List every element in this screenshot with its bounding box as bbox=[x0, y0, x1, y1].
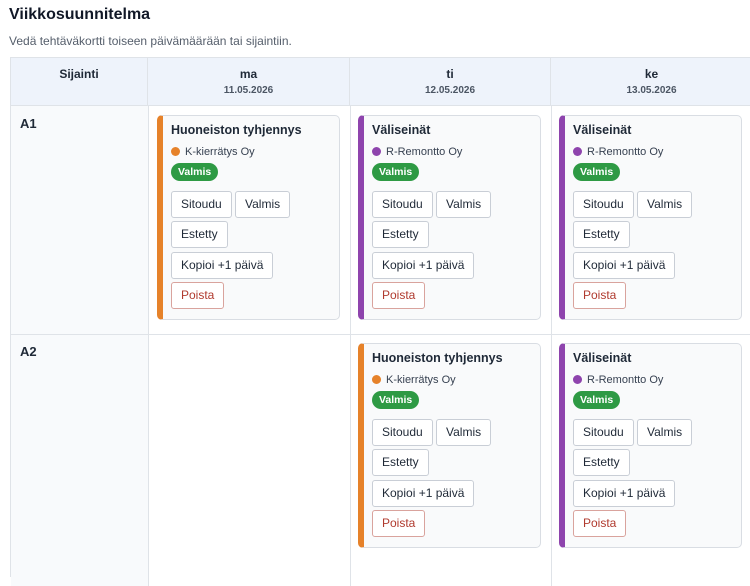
ready-button[interactable]: Valmis bbox=[436, 191, 492, 218]
commit-button[interactable]: Sitoudu bbox=[573, 419, 634, 446]
blocked-button[interactable]: Estetty bbox=[372, 449, 429, 476]
status-badge: Valmis bbox=[573, 163, 621, 181]
blocked-button[interactable]: Estetty bbox=[171, 221, 228, 248]
page-title: Viikkosuunnitelma bbox=[9, 6, 151, 23]
task-card[interactable]: Väliseinät R-Remontto Oy Valmis Sitoudu … bbox=[559, 343, 742, 548]
header-day-mon: ma 11.05.2026 bbox=[148, 58, 350, 106]
ready-button[interactable]: Valmis bbox=[235, 191, 291, 218]
owner-color-dot bbox=[573, 375, 582, 384]
ready-button[interactable]: Valmis bbox=[637, 191, 693, 218]
task-owner: K-kierrätys Oy bbox=[171, 146, 255, 158]
owner-name: K-kierrätys Oy bbox=[386, 374, 456, 386]
task-title: Huoneiston tyhjennys bbox=[171, 123, 302, 137]
task-card[interactable]: Väliseinät R-Remontto Oy Valmis Sitoudu … bbox=[559, 115, 742, 320]
task-title: Huoneiston tyhjennys bbox=[372, 351, 503, 365]
owner-name: R-Remontto Oy bbox=[587, 374, 664, 386]
owner-name: R-Remontto Oy bbox=[587, 146, 664, 158]
row-label-a2: A2 bbox=[20, 344, 37, 359]
status-badge: Valmis bbox=[372, 163, 420, 181]
day-date: 12.05.2026 bbox=[424, 85, 476, 96]
day-date: 11.05.2026 bbox=[223, 85, 274, 96]
page-subtitle: Vedä tehtäväkortti toiseen päivämäärään … bbox=[9, 34, 292, 48]
delete-button[interactable]: Poista bbox=[573, 510, 627, 537]
copy-next-day-button[interactable]: Kopioi +1 päivä bbox=[372, 252, 475, 279]
row-divider bbox=[11, 334, 750, 335]
ready-button[interactable]: Valmis bbox=[637, 419, 693, 446]
grid-header: Sijainti ma 11.05.2026 ti 12.05.2026 ke … bbox=[11, 58, 750, 106]
task-card[interactable]: Väliseinät R-Remontto Oy Valmis Sitoudu … bbox=[358, 115, 541, 320]
day-name: ma bbox=[239, 67, 258, 81]
blocked-button[interactable]: Estetty bbox=[573, 221, 630, 248]
delete-button[interactable]: Poista bbox=[372, 510, 426, 537]
delete-button[interactable]: Poista bbox=[372, 282, 426, 309]
copy-next-day-button[interactable]: Kopioi +1 päivä bbox=[573, 252, 676, 279]
header-day-tue: ti 12.05.2026 bbox=[350, 58, 551, 106]
commit-button[interactable]: Sitoudu bbox=[573, 191, 634, 218]
owner-color-dot bbox=[372, 375, 381, 384]
owner-color-dot bbox=[171, 147, 180, 156]
status-badge: Valmis bbox=[372, 391, 420, 409]
commit-button[interactable]: Sitoudu bbox=[171, 191, 232, 218]
column-divider bbox=[551, 106, 552, 586]
owner-color-dot bbox=[573, 147, 582, 156]
owner-color-dot bbox=[372, 147, 381, 156]
header-day-wed: ke 13.05.2026 bbox=[551, 58, 750, 106]
copy-next-day-button[interactable]: Kopioi +1 päivä bbox=[573, 480, 676, 507]
commit-button[interactable]: Sitoudu bbox=[372, 191, 433, 218]
blocked-button[interactable]: Estetty bbox=[372, 221, 429, 248]
task-owner: K-kierrätys Oy bbox=[372, 374, 456, 386]
day-name: ti bbox=[446, 67, 454, 81]
status-badge: Valmis bbox=[171, 163, 219, 181]
task-owner: R-Remontto Oy bbox=[372, 146, 462, 158]
row-label-a1: A1 bbox=[20, 116, 37, 131]
owner-name: K-kierrätys Oy bbox=[185, 146, 255, 158]
task-title: Väliseinät bbox=[573, 351, 632, 365]
column-divider bbox=[148, 106, 149, 586]
blocked-button[interactable]: Estetty bbox=[573, 449, 630, 476]
task-owner: R-Remontto Oy bbox=[573, 374, 663, 386]
task-title: Väliseinät bbox=[573, 123, 632, 137]
week-grid: Sijainti ma 11.05.2026 ti 12.05.2026 ke … bbox=[10, 57, 750, 586]
day-date: 13.05.2026 bbox=[626, 85, 677, 96]
commit-button[interactable]: Sitoudu bbox=[372, 419, 433, 446]
day-name: ke bbox=[644, 67, 659, 81]
task-owner: R-Remontto Oy bbox=[573, 146, 663, 158]
column-divider bbox=[350, 106, 351, 586]
header-location-label: Sijainti bbox=[59, 67, 99, 81]
copy-next-day-button[interactable]: Kopioi +1 päivä bbox=[372, 480, 475, 507]
copy-next-day-button[interactable]: Kopioi +1 päivä bbox=[171, 252, 274, 279]
header-location: Sijainti bbox=[11, 58, 148, 106]
status-badge: Valmis bbox=[573, 391, 621, 409]
task-card[interactable]: Huoneiston tyhjennys K-kierrätys Oy Valm… bbox=[358, 343, 541, 548]
delete-button[interactable]: Poista bbox=[573, 282, 627, 309]
task-card[interactable]: Huoneiston tyhjennys K-kierrätys Oy Valm… bbox=[157, 115, 340, 320]
delete-button[interactable]: Poista bbox=[171, 282, 225, 309]
owner-name: R-Remontto Oy bbox=[386, 146, 463, 158]
task-title: Väliseinät bbox=[372, 123, 431, 137]
ready-button[interactable]: Valmis bbox=[436, 419, 492, 446]
